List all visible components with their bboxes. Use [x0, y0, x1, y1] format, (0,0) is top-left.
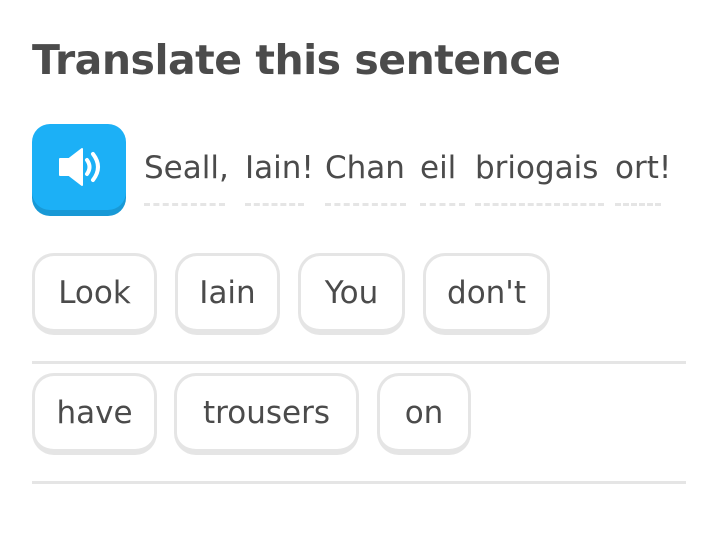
page-title: Translate this sentence [32, 36, 561, 84]
word-underline [615, 203, 661, 206]
prompt-word[interactable]: ort! [615, 150, 671, 186]
answer-line-2 [32, 481, 686, 484]
word-underline [144, 203, 225, 206]
word-tile-dont[interactable]: don't [423, 253, 550, 335]
prompt-word[interactable]: Chan [325, 150, 405, 186]
prompt-word[interactable]: eil [420, 150, 456, 186]
word-underline [420, 203, 465, 206]
word-underline [325, 203, 406, 206]
word-underline [245, 203, 304, 206]
word-tile-iain[interactable]: Iain [175, 253, 280, 335]
word-tile-look[interactable]: Look [32, 253, 157, 335]
word-tile-have[interactable]: have [32, 373, 157, 455]
word-tile-on[interactable]: on [377, 373, 471, 455]
word-tile-trousers[interactable]: trousers [174, 373, 359, 455]
prompt-word[interactable]: Seall, [144, 150, 229, 186]
word-tile-you[interactable]: You [298, 253, 405, 335]
answer-line-1 [32, 361, 686, 364]
prompt-word[interactable]: Iain! [245, 150, 314, 186]
word-underline [475, 203, 604, 206]
prompt-word[interactable]: briogais [475, 150, 598, 186]
speaker-icon [59, 148, 100, 186]
play-audio-button[interactable] [32, 124, 126, 210]
